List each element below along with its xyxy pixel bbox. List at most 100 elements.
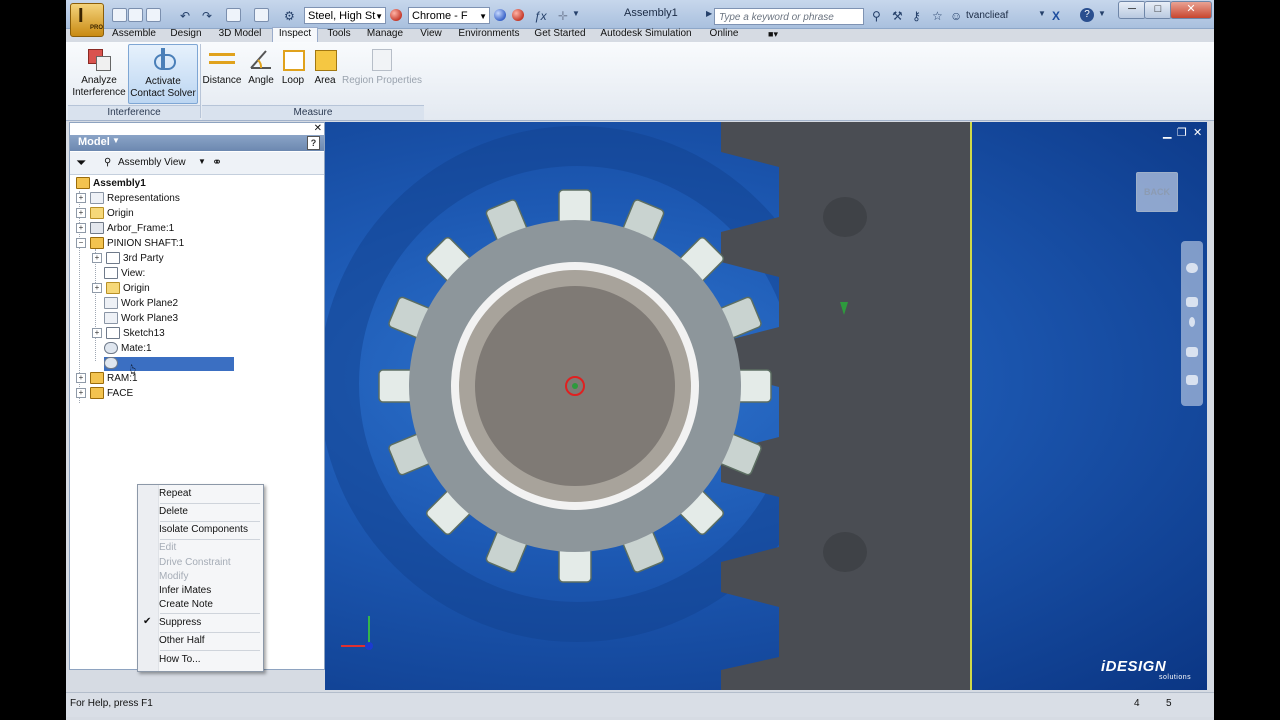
menu-item-delete[interactable]: Delete — [159, 505, 188, 519]
menu-item-edit[interactable]: Edit — [159, 541, 176, 555]
tab-online[interactable]: Online — [706, 28, 742, 42]
tab-3d-model[interactable]: 3D Model — [214, 28, 266, 42]
clear-appearance-icon[interactable] — [494, 9, 506, 21]
tab-tools[interactable]: Tools — [322, 28, 356, 42]
tree-node-pinion-shaft[interactable]: − PINION SHAFT:1 — [76, 237, 184, 251]
update-icon[interactable]: ⚙ — [284, 9, 295, 23]
activate-contact-solver-button[interactable]: Activate Contact Solver — [128, 44, 198, 104]
tab-view[interactable]: View — [416, 28, 446, 42]
menu-item-other-half[interactable]: Other Half — [159, 634, 205, 648]
crosshair-icon[interactable]: ✛ — [558, 9, 568, 23]
browser-close-icon[interactable]: ✕ — [314, 123, 322, 134]
menu-item-infer-imates[interactable]: Infer iMates — [159, 584, 211, 598]
binoculars-icon[interactable]: ⚲ — [872, 9, 881, 23]
area-button[interactable]: Area — [310, 44, 340, 102]
steering-wheel-icon[interactable] — [1186, 263, 1198, 273]
save-icon[interactable] — [146, 8, 161, 22]
browser-help-icon[interactable]: ? — [307, 136, 320, 150]
new-file-icon[interactable] — [112, 8, 127, 22]
menu-item-create-note[interactable]: Create Note — [159, 598, 213, 612]
help-search-input[interactable]: Type a keyword or phrase — [714, 8, 864, 25]
user-menu-chevron-icon[interactable]: ▼ — [1038, 9, 1046, 18]
viewport-restore-icon[interactable]: ❐ — [1177, 126, 1187, 139]
favorites-star-icon[interactable]: ☆ — [932, 9, 943, 23]
menu-item-modify[interactable]: Modify — [159, 570, 188, 584]
undo-icon[interactable]: ↶ — [180, 9, 190, 23]
exchange-apps-icon[interactable]: X — [1052, 9, 1060, 23]
tree-node-view[interactable]: View: — [104, 267, 145, 281]
fx-parameters-icon[interactable]: ƒx — [534, 9, 547, 23]
tree-node-arbor-frame[interactable]: + Arbor_Frame:1 — [76, 222, 174, 236]
help-chevron-icon[interactable]: ▼ — [1098, 9, 1106, 18]
expand-icon[interactable]: + — [92, 328, 102, 339]
look-at-icon[interactable] — [1186, 375, 1198, 385]
redo-icon[interactable]: ↷ — [202, 9, 212, 23]
material-combo[interactable]: Steel, High St ▼ — [304, 7, 386, 24]
close-button[interactable]: ✕ — [1170, 1, 1212, 19]
analyze-interference-button[interactable]: Analyze Interference — [70, 44, 128, 102]
expand-icon[interactable]: + — [76, 208, 86, 219]
menu-item-how-to[interactable]: How To... — [159, 653, 201, 667]
appearance-combo[interactable]: Chrome - F ▼ — [408, 7, 490, 24]
help-icon[interactable]: ? — [1080, 8, 1094, 22]
adjust-appearance-icon[interactable] — [512, 9, 524, 21]
tree-node-3rd-party[interactable]: +3rd Party — [92, 252, 164, 266]
expand-icon[interactable]: + — [92, 283, 102, 294]
open-file-icon[interactable] — [128, 8, 143, 22]
tree-node-selected-constraint[interactable] — [104, 357, 234, 371]
ribbon-options-icon[interactable]: ■▾ — [762, 28, 784, 42]
tree-node-work-plane2[interactable]: Work Plane2 — [104, 297, 178, 311]
graphics-viewport[interactable]: ▁ ❐ ✕ BACK iDESIGN solutions — [325, 122, 1207, 690]
tree-node-sketch13[interactable]: + Sketch13 — [92, 327, 165, 341]
expand-icon[interactable]: + — [76, 373, 86, 384]
filter-icon[interactable]: ⏷ — [76, 155, 86, 171]
info-key-icon[interactable]: ⚷ — [912, 9, 921, 23]
search-expand-icon[interactable]: ▶ — [706, 9, 712, 18]
menu-item-isolate-components[interactable]: Isolate Components — [159, 523, 248, 537]
region-properties-button[interactable]: Region Properties — [340, 44, 424, 102]
expand-icon[interactable]: + — [92, 253, 102, 264]
user-name[interactable]: tvanclieaf — [966, 10, 1008, 21]
maximize-button[interactable]: □ — [1144, 1, 1172, 19]
orbit-icon[interactable] — [1186, 347, 1198, 357]
angle-button[interactable]: Angle — [244, 44, 278, 102]
tree-node-face[interactable]: + FACE — [76, 387, 133, 401]
tab-autodesk-simulation[interactable]: Autodesk Simulation — [598, 28, 694, 42]
expand-icon[interactable]: + — [76, 193, 86, 204]
menu-item-suppress[interactable]: Suppress — [159, 616, 201, 630]
menu-item-repeat[interactable]: Repeat — [159, 487, 191, 501]
qat-customize-chevron-icon[interactable]: ▼ — [572, 9, 580, 18]
tree-node-representations[interactable]: + Representations — [76, 192, 180, 206]
minimize-button[interactable]: ─ — [1118, 1, 1146, 19]
tree-node-assembly1[interactable]: Assembly1 — [76, 177, 146, 191]
tree-node-origin-pinion[interactable]: + Origin — [92, 282, 150, 296]
menu-item-drive-constraint[interactable]: Drive Constraint — [159, 556, 231, 570]
return-icon[interactable] — [226, 8, 241, 22]
communication-center-icon[interactable]: ⚒ — [892, 9, 903, 23]
tree-node-origin[interactable]: + Origin — [76, 207, 134, 221]
assembly-view-dropdown[interactable]: Assembly View — [118, 157, 186, 168]
chevron-down-icon[interactable]: ▼ — [198, 157, 206, 166]
expand-icon[interactable]: + — [76, 223, 86, 234]
select-icon[interactable] — [254, 8, 269, 22]
tab-inspect[interactable]: Inspect — [272, 27, 318, 43]
tab-get-started[interactable]: Get Started — [532, 28, 588, 42]
tree-node-work-plane3[interactable]: Work Plane3 — [104, 312, 178, 326]
loop-button[interactable]: Loop — [278, 44, 308, 102]
tree-node-mate1[interactable]: Mate:1 — [104, 342, 152, 356]
viewport-minimize-icon[interactable]: ▁ — [1163, 126, 1171, 139]
tab-manage[interactable]: Manage — [362, 28, 408, 42]
tab-environments[interactable]: Environments — [454, 28, 524, 42]
expand-icon[interactable]: + — [76, 388, 86, 399]
pan-icon[interactable] — [1186, 297, 1198, 307]
tab-design[interactable]: Design — [166, 28, 206, 42]
zoom-icon[interactable] — [1189, 317, 1195, 327]
viewcube-back[interactable]: BACK — [1136, 172, 1178, 212]
tree-node-ram[interactable]: + RAM:1 — [76, 372, 138, 386]
browser-header[interactable]: Model ▼ ? — [70, 135, 324, 151]
collapse-icon[interactable]: − — [76, 238, 86, 249]
distance-button[interactable]: Distance — [202, 44, 242, 102]
viewport-close-icon[interactable]: ✕ — [1193, 126, 1202, 139]
tab-assemble[interactable]: Assemble — [110, 28, 158, 42]
binoculars-icon[interactable]: ⚭ — [212, 155, 222, 169]
